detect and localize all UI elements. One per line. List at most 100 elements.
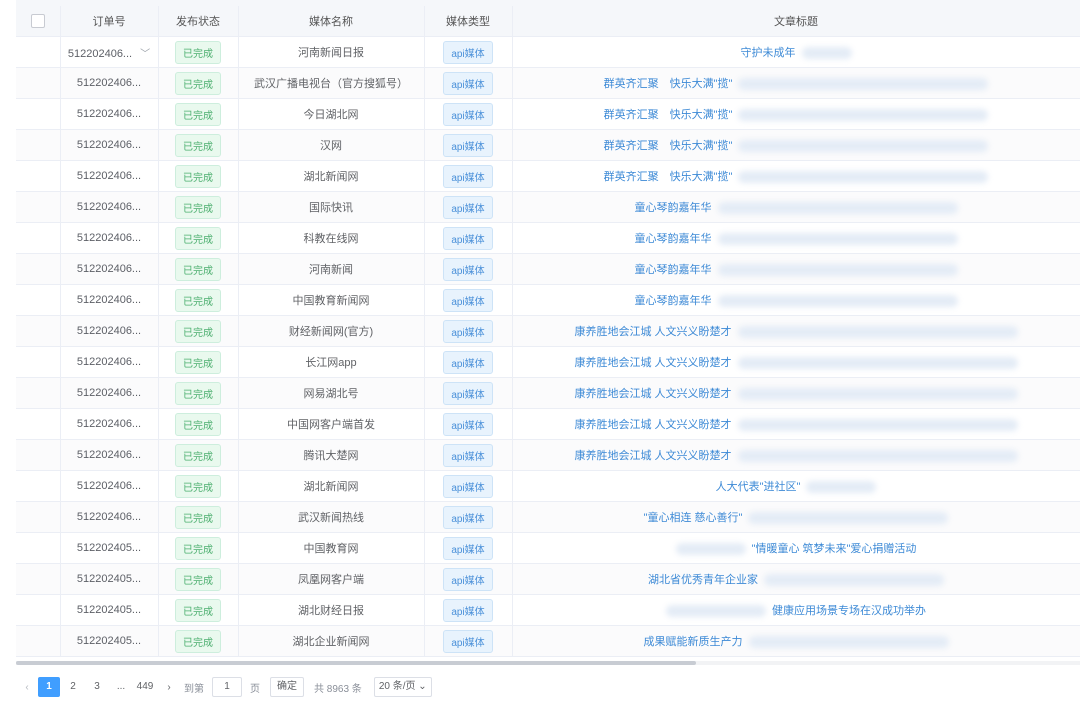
order-number-cell[interactable]: 512202405... (60, 532, 159, 564)
article-title-link[interactable]: 康养胜地会江城 人文兴义盼楚才 (574, 385, 731, 401)
page-button-1[interactable]: 1 (38, 677, 60, 697)
table-row[interactable]: 512202406... 已完成 长江网app api媒体 康养胜地会江城 人文… (16, 346, 1080, 378)
table-row[interactable]: 512202406... 已完成 中国教育新闻网 api媒体 童心琴韵嘉年华 (16, 284, 1080, 316)
row-select-cell[interactable] (16, 129, 61, 161)
article-title-link[interactable]: 守护未成年 (741, 44, 796, 60)
row-select-cell[interactable] (16, 439, 61, 471)
page-button-2[interactable]: 2 (62, 677, 84, 697)
order-number-cell[interactable]: 512202406... ﹀ (60, 36, 159, 68)
row-select-cell[interactable] (16, 191, 61, 223)
row-select-cell[interactable] (16, 98, 61, 130)
horizontal-scrollbar[interactable] (16, 661, 1080, 665)
row-select-cell[interactable] (16, 408, 61, 440)
row-select-cell[interactable] (16, 222, 61, 254)
table-row[interactable]: 512202405... 已完成 凤凰网客户端 api媒体 湖北省优秀青年企业家 (16, 563, 1080, 595)
order-number-cell[interactable]: 512202406... (60, 98, 159, 130)
row-select-cell[interactable] (16, 36, 61, 68)
article-title-cell[interactable]: 守护未成年 (512, 36, 1080, 68)
article-title-cell[interactable]: 康养胜地会江城 人文兴义盼楚才 (512, 408, 1080, 440)
row-select-cell[interactable] (16, 315, 61, 347)
order-number-cell[interactable]: 512202406... (60, 129, 159, 161)
article-title-link[interactable]: 群英齐汇聚 快乐大满"揽" (604, 106, 733, 122)
chevron-down-icon[interactable]: ﹀ (140, 45, 150, 60)
article-title-link[interactable]: 康养胜地会江城 人文兴义盼楚才 (574, 354, 731, 370)
article-title-cell[interactable]: 童心琴韵嘉年华 (512, 222, 1080, 254)
article-title-link[interactable]: 童心琴韵嘉年华 (635, 230, 712, 246)
article-title-link[interactable]: 童心琴韵嘉年华 (635, 261, 712, 277)
article-title-cell[interactable]: 群英齐汇聚 快乐大满"揽" (512, 67, 1080, 99)
row-select-cell[interactable] (16, 284, 61, 316)
chevron-left-icon[interactable]: ‹ (16, 682, 38, 693)
article-title-link[interactable]: "童心相连 慈心善行" (644, 509, 743, 525)
order-number-cell[interactable]: 512202406... (60, 346, 159, 378)
article-title-link[interactable]: 康养胜地会江城 人文兴义盼楚才 (574, 323, 731, 339)
row-select-cell[interactable] (16, 563, 61, 595)
article-title-link[interactable]: 健康应用场景专场在汉成功举办 (772, 602, 926, 618)
page-button-3[interactable]: 3 (86, 677, 108, 697)
article-title-cell[interactable]: "童心相连 慈心善行" (512, 501, 1080, 533)
row-select-cell[interactable] (16, 346, 61, 378)
article-title-cell[interactable]: 康养胜地会江城 人文兴义盼楚才 (512, 346, 1080, 378)
article-title-link[interactable]: "情暖童心 筑梦未来"爱心捐赠活动 (752, 540, 917, 556)
select-all-cell[interactable] (16, 6, 61, 37)
article-title-link[interactable]: 童心琴韵嘉年华 (635, 199, 712, 215)
order-number-cell[interactable]: 512202405... (60, 625, 159, 657)
scrollbar-thumb[interactable] (16, 661, 696, 665)
article-title-cell[interactable]: 康养胜地会江城 人文兴义盼楚才 (512, 377, 1080, 409)
order-number-cell[interactable]: 512202406... (60, 408, 159, 440)
article-title-cell[interactable]: "情暖童心 筑梦未来"爱心捐赠活动 (512, 532, 1080, 564)
order-number-cell[interactable]: 512202406... (60, 439, 159, 471)
table-row[interactable]: 512202406... 已完成 国际快讯 api媒体 童心琴韵嘉年华 (16, 191, 1080, 223)
article-title-cell[interactable]: 健康应用场景专场在汉成功举办 (512, 594, 1080, 626)
row-select-cell[interactable] (16, 67, 61, 99)
table-row[interactable]: 512202405... 已完成 中国教育网 api媒体 "情暖童心 筑梦未来"… (16, 532, 1080, 564)
article-title-link[interactable]: 成果赋能新质生产力 (644, 633, 743, 649)
page-size-select[interactable]: 20 条/页 ⌄ (373, 677, 432, 697)
article-title-cell[interactable]: 人大代表"进社区" (512, 470, 1080, 502)
article-title-link[interactable]: 群英齐汇聚 快乐大满"揽" (604, 75, 733, 91)
row-select-cell[interactable] (16, 160, 61, 192)
article-title-cell[interactable]: 湖北省优秀青年企业家 (512, 563, 1080, 595)
table-row[interactable]: 512202406... 已完成 今日湖北网 api媒体 群英齐汇聚 快乐大满"… (16, 98, 1080, 130)
goto-page-input[interactable]: 1 (212, 677, 242, 697)
article-title-link[interactable]: 康养胜地会江城 人文兴义盼楚才 (574, 447, 731, 463)
table-row[interactable]: 512202406... 已完成 财经新闻网(官方) api媒体 康养胜地会江城… (16, 315, 1080, 347)
confirm-button[interactable]: 确定 (270, 677, 304, 697)
article-title-cell[interactable]: 童心琴韵嘉年华 (512, 191, 1080, 223)
order-number-cell[interactable]: 512202406... (60, 253, 159, 285)
order-number-cell[interactable]: 512202406... (60, 222, 159, 254)
order-number-cell[interactable]: 512202406... (60, 315, 159, 347)
order-number-cell[interactable]: 512202406... (60, 501, 159, 533)
row-select-cell[interactable] (16, 253, 61, 285)
select-all-checkbox[interactable] (30, 14, 45, 28)
article-title-link[interactable]: 童心琴韵嘉年华 (635, 292, 712, 308)
order-number-cell[interactable]: 512202406... (60, 160, 159, 192)
table-row[interactable]: 512202406... 已完成 河南新闻 api媒体 童心琴韵嘉年华 (16, 253, 1080, 285)
table-row[interactable]: 512202406... 已完成 中国网客户端首发 api媒体 康养胜地会江城 … (16, 408, 1080, 440)
column-header-order[interactable]: 订单号 (60, 6, 159, 37)
row-select-cell[interactable] (16, 625, 61, 657)
article-title-link[interactable]: 康养胜地会江城 人文兴义盼楚才 (574, 416, 731, 432)
article-title-cell[interactable]: 群英齐汇聚 快乐大满"揽" (512, 160, 1080, 192)
column-header-media[interactable]: 媒体名称 (238, 6, 425, 37)
article-title-link[interactable]: 群英齐汇聚 快乐大满"揽" (604, 168, 733, 184)
order-number-cell[interactable]: 512202406... (60, 284, 159, 316)
order-number-cell[interactable]: 512202405... (60, 594, 159, 626)
row-select-cell[interactable] (16, 470, 61, 502)
order-number-cell[interactable]: 512202406... (60, 191, 159, 223)
article-title-link[interactable]: 人大代表"进社区" (716, 478, 801, 494)
column-header-type[interactable]: 媒体类型 (424, 6, 513, 37)
article-title-cell[interactable]: 群英齐汇聚 快乐大满"揽" (512, 129, 1080, 161)
table-row[interactable]: 512202406... 已完成 网易湖北号 api媒体 康养胜地会江城 人文兴… (16, 377, 1080, 409)
table-row[interactable]: 512202406... 已完成 汉网 api媒体 群英齐汇聚 快乐大满"揽" (16, 129, 1080, 161)
page-button-last[interactable]: 449 (134, 677, 156, 697)
table-row[interactable]: 512202406... 已完成 腾讯大楚网 api媒体 康养胜地会江城 人文兴… (16, 439, 1080, 471)
row-select-cell[interactable] (16, 594, 61, 626)
order-number-cell[interactable]: 512202406... (60, 377, 159, 409)
chevron-right-icon[interactable]: › (158, 682, 180, 693)
column-header-title[interactable]: 文章标题 (512, 6, 1080, 37)
table-row[interactable]: 512202405... 已完成 湖北财经日报 api媒体 健康应用场景专场在汉… (16, 594, 1080, 626)
article-title-cell[interactable]: 童心琴韵嘉年华 (512, 284, 1080, 316)
article-title-link[interactable]: 群英齐汇聚 快乐大满"揽" (604, 137, 733, 153)
article-title-cell[interactable]: 康养胜地会江城 人文兴义盼楚才 (512, 439, 1080, 471)
